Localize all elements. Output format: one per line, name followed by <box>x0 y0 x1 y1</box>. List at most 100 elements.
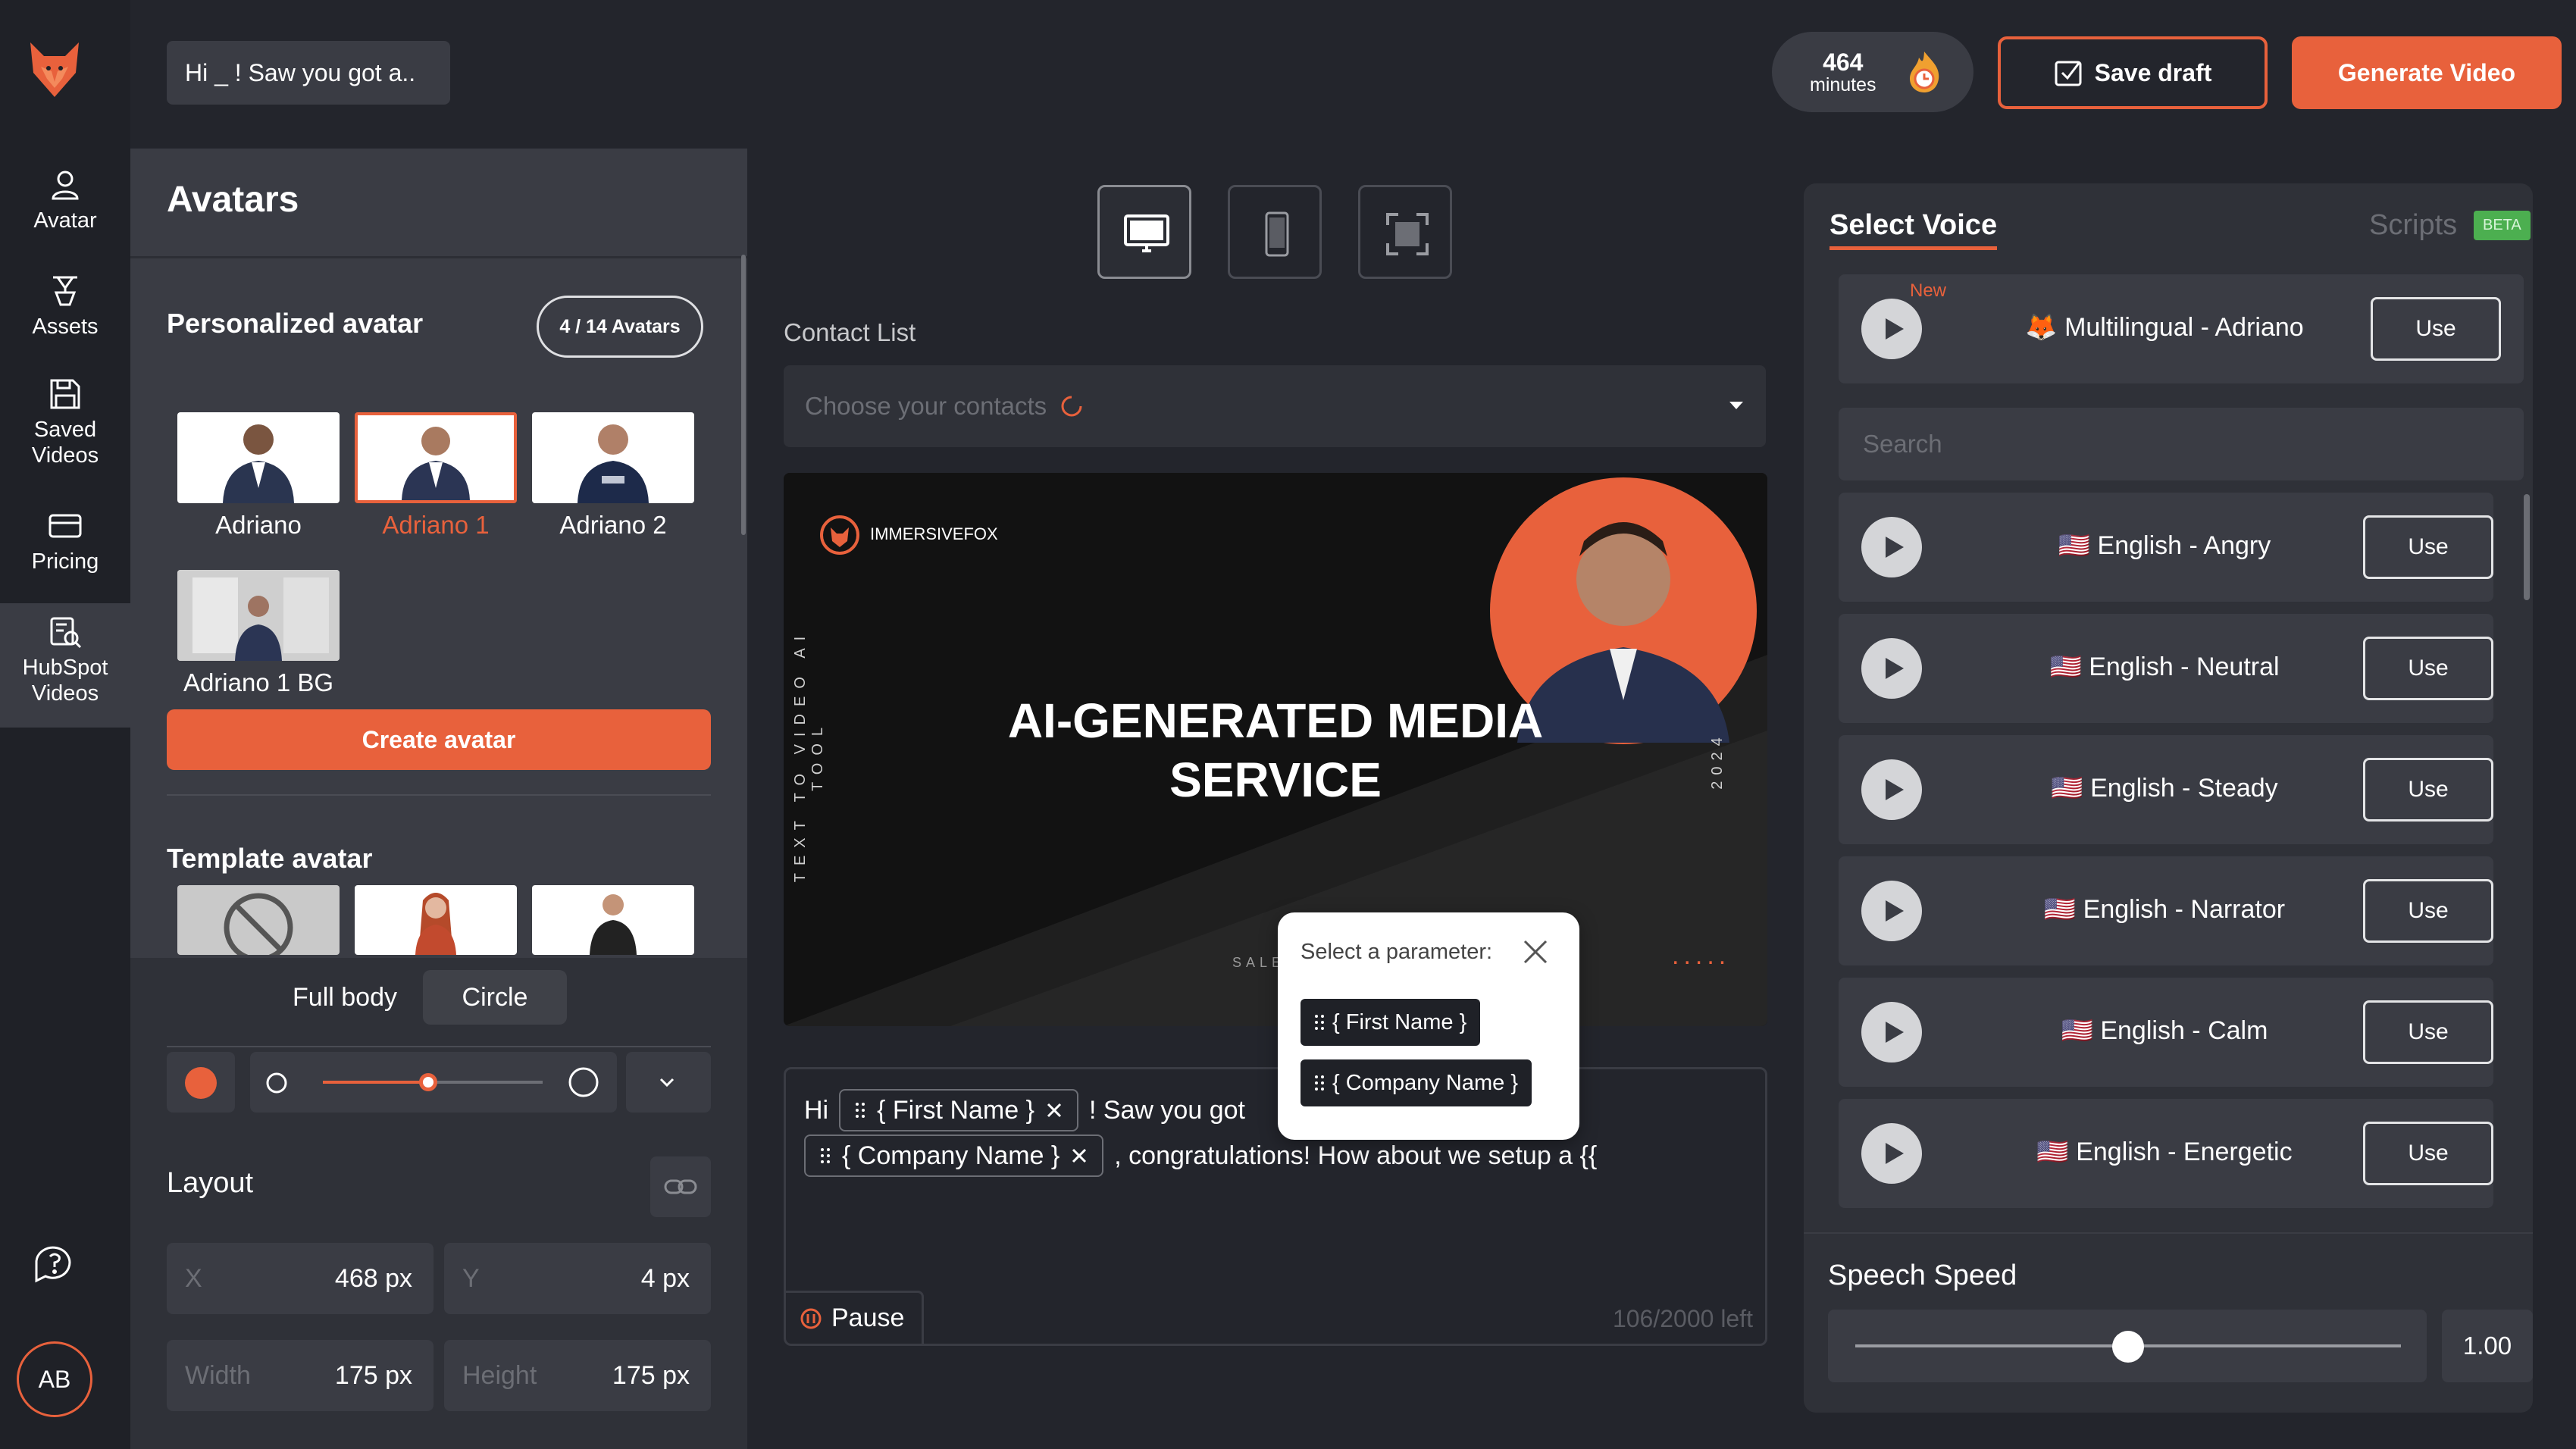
fox-logo-icon[interactable] <box>27 39 82 100</box>
more-options-dropdown[interactable] <box>626 1052 711 1113</box>
link-icon <box>664 1179 697 1194</box>
script-text: , congratulations! How about we setup a … <box>1114 1141 1598 1170</box>
project-title-chip[interactable]: Hi _ ! Saw you got a.. <box>167 41 450 105</box>
play-button[interactable] <box>1861 299 1922 359</box>
remove-token-icon[interactable] <box>1045 1101 1063 1119</box>
voice-row[interactable]: 🇺🇸 English - Calm Use <box>1839 978 2493 1087</box>
fullscreen-view-button[interactable] <box>1358 185 1452 279</box>
slider-fill <box>323 1081 429 1084</box>
save-icon <box>50 379 80 409</box>
tab-circle[interactable]: Circle <box>423 970 567 1025</box>
voice-list-scrollbar[interactable] <box>2524 494 2530 600</box>
tab-full-body[interactable]: Full body <box>273 970 417 1025</box>
headline-line-2: SERVICE <box>1169 753 1382 807</box>
help-chat-icon[interactable] <box>30 1240 79 1288</box>
char-count: 106/2000 left <box>1612 1305 1753 1332</box>
template-avatar-man[interactable] <box>532 885 694 955</box>
company-name-token[interactable]: { Company Name } <box>804 1134 1104 1177</box>
play-button[interactable] <box>1861 881 1922 941</box>
drag-handle-icon <box>821 1148 830 1163</box>
field-value: 4 px <box>640 1264 690 1293</box>
nav-label: HubSpot Videos <box>22 656 108 706</box>
voice-row[interactable]: 🇺🇸 English - Neutral Use <box>1839 614 2493 723</box>
fullscreen-icon <box>1386 213 1429 255</box>
use-voice-button[interactable]: Use <box>2363 1000 2493 1064</box>
tab-select-voice[interactable]: Select Voice <box>1829 209 1998 250</box>
remove-token-icon[interactable] <box>1070 1147 1088 1165</box>
play-button[interactable] <box>1861 638 1922 699</box>
color-swatch <box>185 1067 217 1099</box>
play-button[interactable] <box>1861 517 1922 577</box>
voice-row[interactable]: 🇺🇸 English - Energetic Use <box>1839 1099 2493 1208</box>
use-voice-button[interactable]: Use <box>2363 879 2493 943</box>
avatar-card-adriano[interactable]: Adriano <box>177 412 340 540</box>
nav-hubspot-videos[interactable]: HubSpot Videos <box>0 603 130 728</box>
nav-pricing[interactable]: Pricing <box>0 508 130 574</box>
script-editor[interactable]: Hi { First Name } ! Saw you got { Compan… <box>784 1067 1767 1346</box>
token-label: { First Name } <box>877 1095 1034 1125</box>
preview-headline: AI-GENERATED MEDIA SERVICE <box>784 691 1767 809</box>
field-key: Height <box>462 1361 537 1390</box>
voice-name: 🇺🇸 English - Energetic <box>2036 1138 2293 1166</box>
width-field[interactable]: Width 175 px <box>167 1340 434 1411</box>
popup-title: Select a parameter: <box>1301 940 1493 964</box>
param-company-name[interactable]: { Company Name } <box>1301 1059 1532 1106</box>
voice-row[interactable]: 🇺🇸 English - Narrator Use <box>1839 856 2493 965</box>
nav-assets[interactable]: Assets <box>0 273 130 340</box>
avatar-card-adriano-2[interactable]: Adriano 2 <box>532 412 694 540</box>
play-button[interactable] <box>1861 759 1922 820</box>
y-field[interactable]: Y 4 px <box>444 1243 711 1314</box>
generate-video-button[interactable]: Generate Video <box>2292 36 2562 109</box>
avatar-card-adriano-1-bg[interactable]: Adriano 1 BG <box>177 570 340 697</box>
use-voice-button[interactable]: Use <box>2363 637 2493 700</box>
nav-avatar[interactable]: Avatar <box>0 167 130 233</box>
speech-speed-slider[interactable] <box>1828 1310 2427 1382</box>
link-dimensions-button[interactable] <box>650 1156 711 1217</box>
voice-row[interactable]: 🇺🇸 English - Steady Use <box>1839 735 2493 844</box>
panel-scrollbar[interactable] <box>741 255 746 535</box>
minutes-value: 464 <box>1823 49 1864 76</box>
use-voice-button[interactable]: Use <box>2363 1122 2493 1185</box>
template-avatar-none[interactable] <box>177 885 340 955</box>
speech-speed-value[interactable]: 1.00 <box>2442 1310 2533 1382</box>
field-value: 468 px <box>334 1264 412 1293</box>
pause-button[interactable]: Pause <box>786 1291 924 1344</box>
play-button[interactable] <box>1861 1123 1922 1184</box>
use-voice-button[interactable]: Use <box>2371 297 2501 361</box>
desktop-view-button[interactable] <box>1097 185 1191 279</box>
voice-row-featured[interactable]: New 🦊 Multilingual - Adriano Use <box>1839 274 2524 383</box>
param-first-name[interactable]: { First Name } <box>1301 999 1481 1046</box>
parameter-popup: Select a parameter: { First Name } { Com… <box>1278 912 1579 1140</box>
bg-color-picker[interactable] <box>167 1052 235 1113</box>
user-avatar[interactable]: AB <box>17 1341 92 1417</box>
voice-search-input[interactable]: Search <box>1839 408 2524 480</box>
card-icon <box>49 514 82 538</box>
first-name-token[interactable]: { First Name } <box>839 1089 1078 1131</box>
nav-saved-videos[interactable]: Saved Videos <box>0 376 130 468</box>
create-avatar-button[interactable]: Create avatar <box>167 709 711 770</box>
avatar-name: Adriano 1 <box>382 511 490 539</box>
play-icon <box>1886 1022 1904 1043</box>
voice-name: 🇺🇸 English - Steady <box>2051 774 2278 803</box>
voice-row[interactable]: 🇺🇸 English - Angry Use <box>1839 493 2493 602</box>
avatar-card-adriano-1[interactable]: Adriano 1 <box>355 412 517 540</box>
play-button[interactable] <box>1861 1002 1922 1062</box>
mobile-view-button[interactable] <box>1228 185 1322 279</box>
contact-select[interactable]: Choose your contacts <box>784 365 1766 447</box>
slider-handle[interactable] <box>419 1073 438 1091</box>
minutes-unit: minutes <box>1810 74 1876 95</box>
save-draft-button[interactable]: Save draft <box>1998 36 2268 109</box>
use-voice-button[interactable]: Use <box>2363 515 2493 579</box>
height-field[interactable]: Height 175 px <box>444 1340 711 1411</box>
video-preview[interactable]: IMMERSIVEFOX AI-GENERATED MEDIA SERVICE … <box>784 473 1767 1026</box>
x-field[interactable]: X 468 px <box>167 1243 434 1314</box>
play-icon <box>1886 537 1904 558</box>
slider-handle[interactable] <box>2112 1331 2144 1363</box>
tab-scripts[interactable]: Scripts <box>2369 209 2457 242</box>
use-voice-button[interactable]: Use <box>2363 758 2493 822</box>
nav-label: Avatar <box>33 208 97 233</box>
avatar-size-slider[interactable] <box>250 1052 617 1113</box>
template-avatar-woman[interactable] <box>355 885 517 955</box>
voice-name: 🇺🇸 English - Narrator <box>2043 895 2286 924</box>
close-icon[interactable] <box>1522 938 1549 965</box>
